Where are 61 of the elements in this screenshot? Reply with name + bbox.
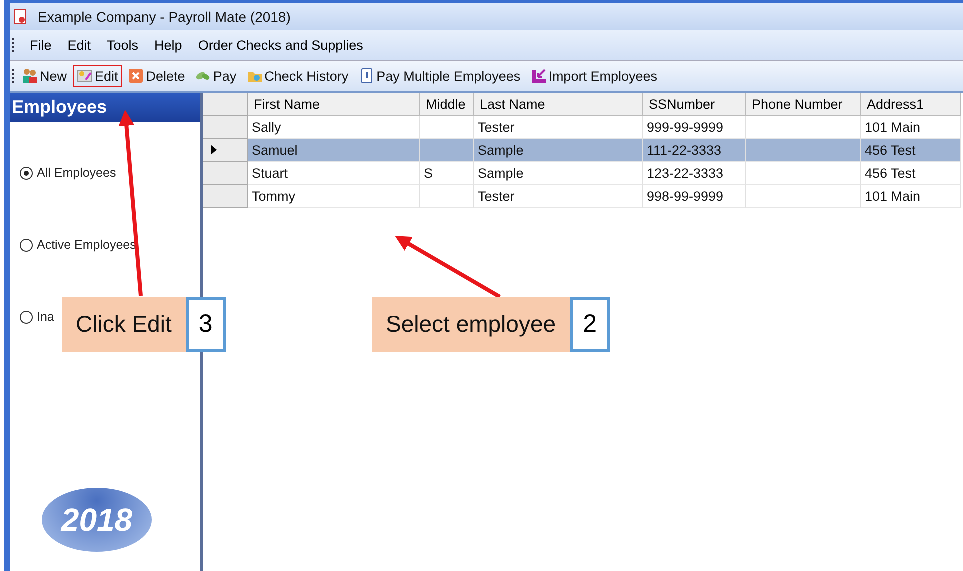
window-title: Example Company - Payroll Mate (2018) <box>38 8 291 24</box>
table-cell: 111-22-3333 <box>643 139 746 162</box>
table-row[interactable]: Tommy Tester 998-99-9999 101 Main <box>203 185 963 208</box>
document-icon <box>14 8 28 24</box>
grip-icon <box>12 38 16 52</box>
callout-label: Click Edit <box>62 297 186 352</box>
menu-item[interactable]: Edit <box>66 38 94 52</box>
corner-header <box>203 93 248 116</box>
table-cell <box>420 185 474 208</box>
step-number: 2 <box>570 297 610 352</box>
column-header[interactable]: Phone Number <box>746 93 861 116</box>
table-cell: 456 Test <box>861 139 961 162</box>
menu-item[interactable]: Help <box>152 38 184 52</box>
column-header[interactable]: SSNumber <box>643 93 746 116</box>
callout-label: Select employee <box>372 297 570 352</box>
radio-option[interactable]: Ina <box>20 310 54 324</box>
grip-icon <box>12 69 16 83</box>
toolbar-button[interactable]: Pay <box>191 65 241 87</box>
radio-button[interactable] <box>20 166 33 180</box>
toolbar-button[interactable]: Check History <box>242 65 353 87</box>
column-header[interactable]: Address1 <box>861 93 961 116</box>
person-card-icon <box>77 68 94 84</box>
menu-item[interactable]: Tools <box>105 38 141 52</box>
table-cell: 101 Main <box>861 185 961 208</box>
column-header[interactable]: First Name <box>248 93 420 116</box>
toolbar-button[interactable]: Edit <box>73 65 122 87</box>
table-cell: Stuart <box>248 162 420 185</box>
radio-label: All Employees <box>37 166 116 180</box>
menu-item[interactable]: File <box>28 38 54 52</box>
delete-icon <box>128 68 144 84</box>
radio-button[interactable] <box>20 238 33 252</box>
toolbar-button[interactable]: Pay Multiple Employees <box>354 65 525 87</box>
toolbar-button[interactable]: New <box>18 65 72 87</box>
table-cell: 456 Test <box>861 162 961 185</box>
current-row-icon <box>211 145 217 155</box>
toolbar-button[interactable]: Delete <box>124 65 190 87</box>
table-cell: Samuel <box>248 139 420 162</box>
table-row[interactable]: Stuart S Sample 123-22-3333 456 Test <box>203 162 963 185</box>
menu-item[interactable]: Order Checks and Supplies <box>196 38 366 52</box>
import-icon <box>530 68 547 84</box>
step-number: 3 <box>186 297 226 352</box>
toolbar-button[interactable]: Import Employees <box>526 65 662 87</box>
people-icon <box>22 68 38 84</box>
radio-label: Ina <box>37 310 54 324</box>
table-cell: S <box>420 162 474 185</box>
table-cell: 998-99-9999 <box>643 185 746 208</box>
column-header[interactable]: Middle <box>420 93 474 116</box>
radio-option[interactable]: All Employees <box>20 166 116 180</box>
sidebar-title: Employees <box>10 93 200 122</box>
table-cell: Tester <box>474 185 643 208</box>
document-icon <box>358 68 375 84</box>
table-cell: 123-22-3333 <box>643 162 746 185</box>
row-header[interactable] <box>203 139 248 162</box>
column-header[interactable]: Last Name <box>474 93 643 116</box>
table-cell: Sample <box>474 139 643 162</box>
radio-button[interactable] <box>20 310 33 324</box>
year-logo: 2018 <box>42 488 152 552</box>
table-cell: Sample <box>474 162 643 185</box>
table-cell: Tommy <box>248 185 420 208</box>
table-cell <box>420 139 474 162</box>
table-row[interactable]: Samuel Sample 111-22-3333 456 Test <box>203 139 963 162</box>
